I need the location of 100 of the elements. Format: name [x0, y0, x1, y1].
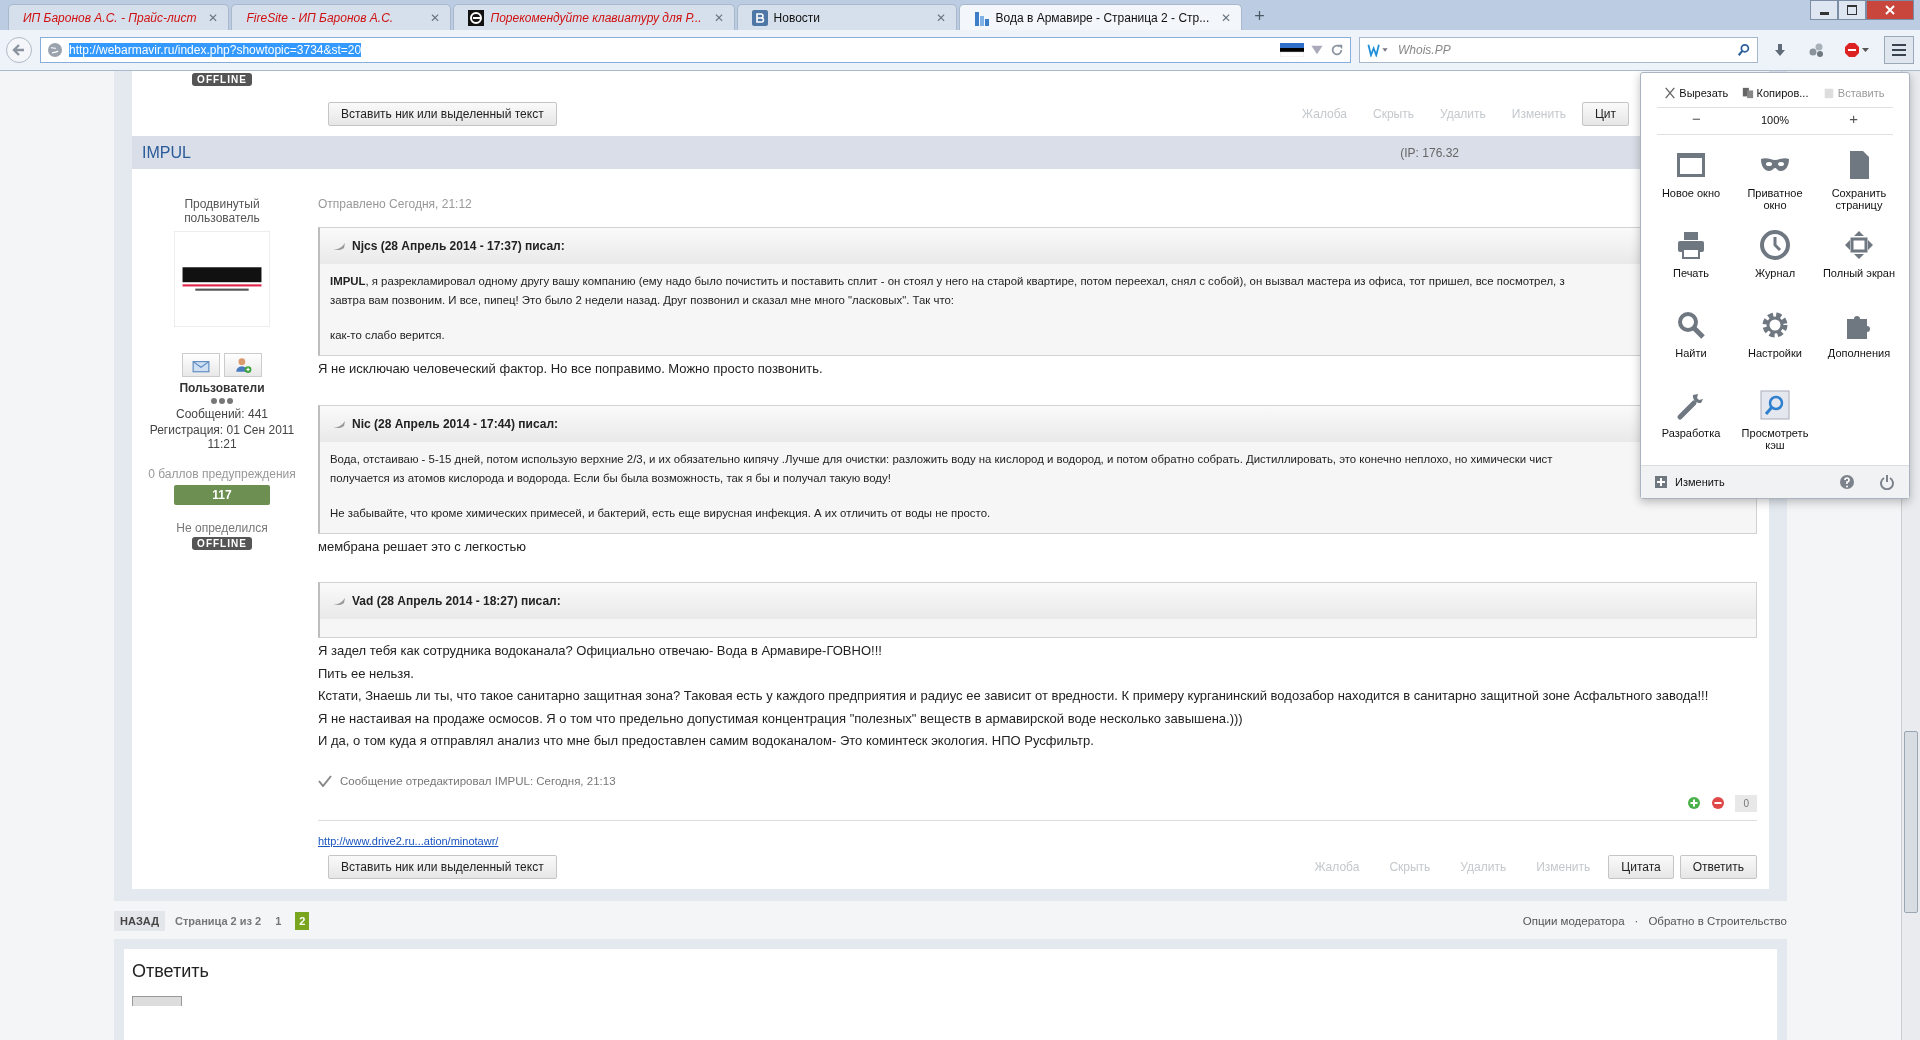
edit-command[interactable]: Вырезать [1657, 73, 1736, 107]
edit-note: Сообщение отредактировал IMPUL: Сегодня, 21:13 [340, 774, 616, 787]
user-mood: Не определился [176, 521, 268, 535]
menu-item[interactable]: Настройки [1733, 309, 1817, 375]
edit-command[interactable]: Копиров... [1735, 73, 1815, 107]
quote-button[interactable]: Цит [1581, 102, 1629, 126]
message-button[interactable] [182, 353, 220, 377]
separator-dot: · [1634, 914, 1639, 927]
download-icon[interactable] [1772, 42, 1788, 58]
clipboard-icon [1822, 87, 1835, 99]
close-tab-button[interactable]: ✕ [1221, 10, 1232, 25]
signature-link[interactable]: http://www.drive2.ru...ation/minotawr/ [318, 834, 499, 847]
post-text: Кстати, Знаешь ли ты, что такое санитарно защитная зона? Таковая есть у каждого предприятия и радиус ее зависит от вредности. К примеру курганинский водозабор находится в санитарно защитной зоне Асфальтного завода!!! [318, 687, 1709, 705]
back-button[interactable] [6, 37, 32, 63]
insert-nick-button[interactable]: Вставить ник или выделенный текст [328, 102, 557, 126]
menu-item[interactable]: Найти [1649, 309, 1733, 375]
maximize-button[interactable] [1838, 0, 1866, 20]
close-tab-button[interactable]: ✕ [208, 10, 219, 25]
nodes-icon[interactable] [1808, 42, 1824, 58]
minimize-button[interactable] [1810, 0, 1838, 20]
post-text: мембрана решает это с легкостью [318, 537, 527, 556]
flag-icon [1280, 43, 1304, 57]
close-tab-button[interactable]: ✕ [713, 10, 724, 25]
zoom-level[interactable]: 100% [1735, 108, 1815, 134]
quote-text: Не забывайте, что кроме химических примесей, и бактерий, есть еще вирусная инфекция. А их отличить от воды не просто. [330, 505, 991, 521]
menu-item[interactable]: Полный экран [1817, 229, 1901, 295]
post-text: Я не исключаю человеческий фактор. Но все поправимо. Можно просто позвонить. [318, 360, 823, 378]
quote-text: Вода, отстаиваю - 5-15 дней, потом использую верхние 2/3, и их обязательно кипячу .Лучше для очистки: разложить воду на кислород и водород, и потом обратно собрать. Дистиллировать, это конечно неплохо, но химически чист получается из атомов кислорода и водорода. Если бы была возможность, так я бы и получал такую воду! [330, 451, 1553, 486]
reload-icon[interactable] [1330, 43, 1344, 57]
search-icon[interactable] [1737, 43, 1751, 57]
check-icon [318, 774, 332, 787]
quote-arrow-icon [332, 596, 346, 606]
url-text: http://webarmavir.ru/index.php?showtopic=3734&st=20 [69, 43, 362, 57]
close-tab-button[interactable]: ✕ [430, 10, 441, 25]
page-link[interactable]: 1 [271, 911, 286, 930]
zoom-in-button[interactable]: + [1814, 108, 1893, 134]
reputation-badge: 117 [174, 485, 270, 505]
back-button[interactable]: НАЗАД [114, 910, 165, 931]
help-icon[interactable] [1839, 474, 1855, 490]
author-name[interactable]: IMPUL [142, 143, 191, 162]
ip-text: (IP: 176.32 [1400, 145, 1459, 160]
add-friend-button[interactable] [224, 353, 262, 377]
browser-tab[interactable]: Порекомендуйте клавиатуру для Р... ✕ [453, 4, 735, 30]
moderator-link[interactable]: Обратно в Строительство [1648, 914, 1787, 927]
copy-icon [1741, 87, 1754, 99]
browser-tab[interactable]: Новости ✕ [736, 4, 957, 30]
zoom-out-button[interactable]: − [1657, 108, 1736, 134]
browser-tab[interactable]: ИП Баронов А.С. - Прайс-лист ✕ [8, 4, 230, 30]
menu-item[interactable]: Просмотреть кэш [1733, 389, 1817, 455]
fullscreen-icon [1843, 229, 1875, 261]
vk-icon [751, 9, 768, 26]
post-action-button[interactable]: Цитата [1608, 854, 1674, 879]
browser-tab[interactable]: FireSite - ИП Баронов А.С. ✕ [231, 4, 452, 30]
menu-item[interactable]: Приватное окно [1733, 149, 1817, 215]
menu-item[interactable]: Новое окно [1649, 149, 1733, 215]
plus-icon[interactable] [1687, 796, 1702, 810]
rating-count: 0 [1735, 794, 1757, 812]
bar-chart-icon [973, 9, 990, 26]
menu-item[interactable]: Журнал [1733, 229, 1817, 295]
insert-nick-button[interactable]: Вставить ник или выделенный текст [328, 854, 557, 879]
registration-date: Регистрация: 01 Сен 2011 11:21 [148, 423, 296, 451]
close-tab-button[interactable]: ✕ [935, 10, 946, 25]
back-arrow-icon [11, 42, 27, 58]
adblock-icon[interactable] [1844, 42, 1870, 58]
offline-badge: OFFLINE [192, 73, 252, 86]
offline-badge: OFFLINE [192, 537, 252, 550]
search-field[interactable]: Whois.PP [1396, 42, 1731, 58]
menu-icon [1891, 43, 1907, 57]
globe-icon [47, 42, 63, 58]
page-info: Страница 2 из 2 [174, 914, 262, 927]
magnifier-page-icon [1759, 389, 1791, 421]
scissors-icon [1664, 87, 1677, 99]
close-button[interactable] [1866, 0, 1914, 20]
minus-icon[interactable] [1711, 796, 1726, 810]
reply-title: Ответить [132, 960, 210, 982]
printer-icon [1675, 229, 1707, 261]
customize-button[interactable]: Изменить [1655, 476, 1725, 488]
moderator-link[interactable]: Опции модератора [1522, 914, 1625, 927]
menu-item[interactable]: Печать [1649, 229, 1733, 295]
menu-item[interactable]: Разработка [1649, 389, 1733, 455]
post-date: Отправлено Сегодня, 21:12 [318, 197, 472, 211]
search-icon [1675, 309, 1707, 341]
clock-icon [1759, 229, 1791, 261]
menu-item[interactable]: Сохранить страницу [1817, 149, 1901, 215]
menu-button[interactable] [1884, 36, 1914, 64]
new-tab-button[interactable]: + [1244, 6, 1275, 30]
post-text: Я не настаивая на продаже осмосов. Я о том что предельно допустимая концентрация "полезных" веществ в армавирской воде несколько завышена.))) [318, 709, 1243, 728]
quote-text: IMPUL, я разрекламировал одному другу вашу компанию (ему надо было почистить и поставить сплит - он стоял у него на старой квартире, потом переехал, снял с собой), он вызвал мастера из офиса, тот пришел, все посмотрел, з завтра вам позвоним. И все, пипец! Это было 2 недели назад. Друг позвонил и сказал мне много "ласковых". Так что: [330, 274, 1565, 308]
quote-author: Nic (28 Апрель 2014 - 17:44) писал: [352, 416, 559, 431]
post-action-button[interactable]: Ответить [1679, 854, 1757, 879]
post-text: Пить ее нельзя. [318, 664, 414, 683]
plus-icon [1655, 476, 1667, 488]
browser-tab[interactable]: Вода в Армавире - Страница 2 - Стр... ✕ [958, 4, 1243, 30]
search-bar[interactable]: Whois.PP [1359, 37, 1758, 63]
close-icon [1885, 5, 1895, 15]
rank-pips-icon [210, 397, 234, 405]
power-icon[interactable] [1879, 474, 1895, 490]
quote-author: Njcs (28 Апрель 2014 - 17:37) писал: [352, 239, 565, 253]
menu-item[interactable]: Дополнения [1817, 309, 1901, 375]
add-user-icon [234, 356, 252, 374]
